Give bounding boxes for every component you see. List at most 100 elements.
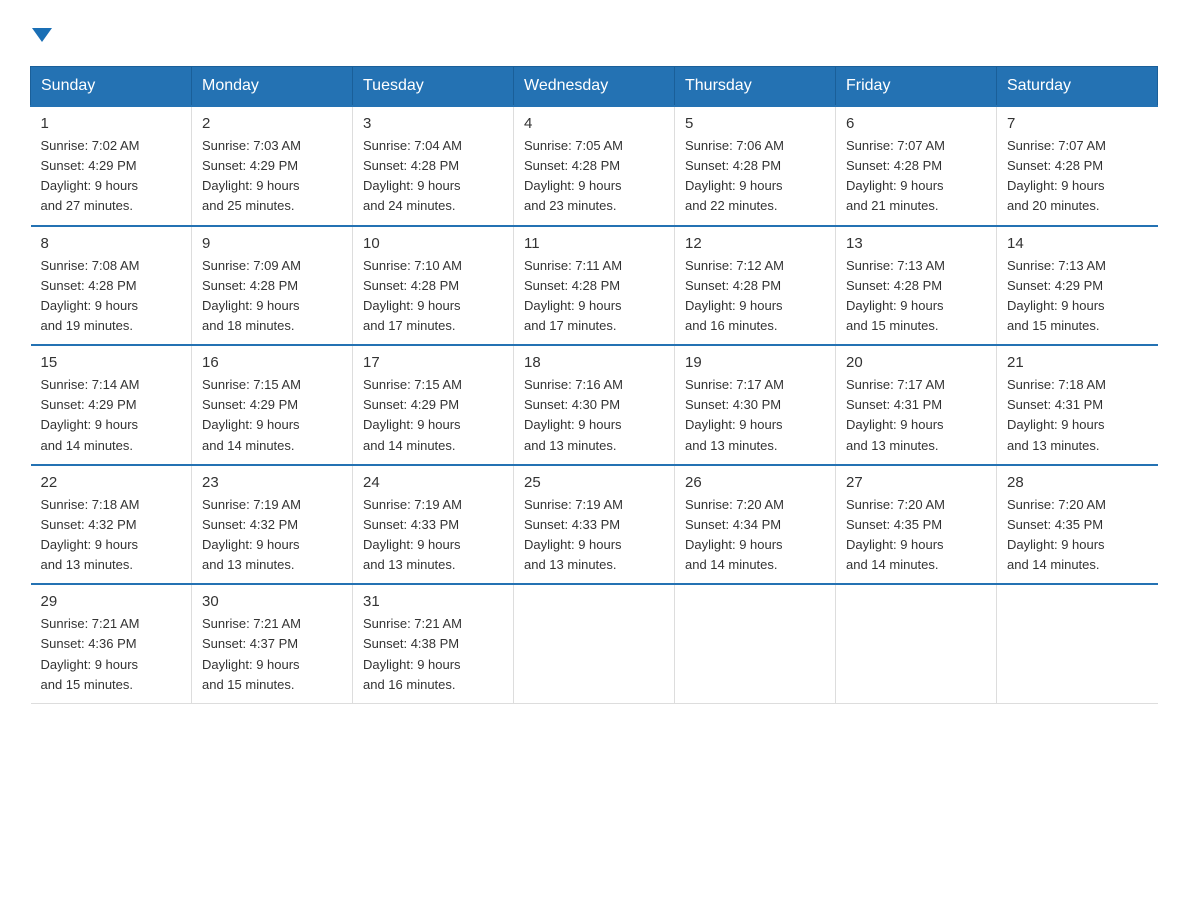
day-number: 2	[202, 115, 342, 132]
calendar-cell: 9 Sunrise: 7:09 AM Sunset: 4:28 PM Dayli…	[192, 226, 353, 346]
day-info: Sunrise: 7:21 AM Sunset: 4:36 PM Dayligh…	[41, 614, 182, 695]
calendar-week-row: 29 Sunrise: 7:21 AM Sunset: 4:36 PM Dayl…	[31, 584, 1158, 703]
calendar-cell: 7 Sunrise: 7:07 AM Sunset: 4:28 PM Dayli…	[997, 106, 1158, 226]
calendar-cell: 31 Sunrise: 7:21 AM Sunset: 4:38 PM Dayl…	[353, 584, 514, 703]
calendar-cell: 25 Sunrise: 7:19 AM Sunset: 4:33 PM Dayl…	[514, 465, 675, 585]
day-info: Sunrise: 7:07 AM Sunset: 4:28 PM Dayligh…	[846, 136, 986, 217]
calendar-cell	[997, 584, 1158, 703]
day-info: Sunrise: 7:20 AM Sunset: 4:35 PM Dayligh…	[846, 495, 986, 576]
day-info: Sunrise: 7:11 AM Sunset: 4:28 PM Dayligh…	[524, 256, 664, 337]
day-info: Sunrise: 7:19 AM Sunset: 4:32 PM Dayligh…	[202, 495, 342, 576]
day-number: 10	[363, 235, 503, 252]
day-info: Sunrise: 7:16 AM Sunset: 4:30 PM Dayligh…	[524, 375, 664, 456]
day-info: Sunrise: 7:04 AM Sunset: 4:28 PM Dayligh…	[363, 136, 503, 217]
day-info: Sunrise: 7:12 AM Sunset: 4:28 PM Dayligh…	[685, 256, 825, 337]
day-info: Sunrise: 7:03 AM Sunset: 4:29 PM Dayligh…	[202, 136, 342, 217]
day-info: Sunrise: 7:02 AM Sunset: 4:29 PM Dayligh…	[41, 136, 182, 217]
day-number: 31	[363, 593, 503, 610]
weekday-header-thursday: Thursday	[675, 67, 836, 107]
day-number: 25	[524, 474, 664, 491]
calendar-cell: 1 Sunrise: 7:02 AM Sunset: 4:29 PM Dayli…	[31, 106, 192, 226]
weekday-header-wednesday: Wednesday	[514, 67, 675, 107]
day-number: 24	[363, 474, 503, 491]
day-number: 3	[363, 115, 503, 132]
day-info: Sunrise: 7:17 AM Sunset: 4:31 PM Dayligh…	[846, 375, 986, 456]
day-number: 30	[202, 593, 342, 610]
day-info: Sunrise: 7:08 AM Sunset: 4:28 PM Dayligh…	[41, 256, 182, 337]
weekday-header-row: SundayMondayTuesdayWednesdayThursdayFrid…	[31, 67, 1158, 107]
day-number: 5	[685, 115, 825, 132]
calendar-cell: 8 Sunrise: 7:08 AM Sunset: 4:28 PM Dayli…	[31, 226, 192, 346]
weekday-header-friday: Friday	[836, 67, 997, 107]
day-info: Sunrise: 7:17 AM Sunset: 4:30 PM Dayligh…	[685, 375, 825, 456]
calendar-week-row: 1 Sunrise: 7:02 AM Sunset: 4:29 PM Dayli…	[31, 106, 1158, 226]
calendar-cell: 10 Sunrise: 7:10 AM Sunset: 4:28 PM Dayl…	[353, 226, 514, 346]
calendar-cell: 21 Sunrise: 7:18 AM Sunset: 4:31 PM Dayl…	[997, 345, 1158, 465]
calendar-cell: 17 Sunrise: 7:15 AM Sunset: 4:29 PM Dayl…	[353, 345, 514, 465]
calendar-header: SundayMondayTuesdayWednesdayThursdayFrid…	[31, 67, 1158, 107]
day-info: Sunrise: 7:05 AM Sunset: 4:28 PM Dayligh…	[524, 136, 664, 217]
calendar-table: SundayMondayTuesdayWednesdayThursdayFrid…	[30, 66, 1158, 704]
day-number: 20	[846, 354, 986, 371]
day-info: Sunrise: 7:13 AM Sunset: 4:28 PM Dayligh…	[846, 256, 986, 337]
day-info: Sunrise: 7:14 AM Sunset: 4:29 PM Dayligh…	[41, 375, 182, 456]
calendar-cell: 12 Sunrise: 7:12 AM Sunset: 4:28 PM Dayl…	[675, 226, 836, 346]
day-info: Sunrise: 7:13 AM Sunset: 4:29 PM Dayligh…	[1007, 256, 1148, 337]
calendar-cell: 28 Sunrise: 7:20 AM Sunset: 4:35 PM Dayl…	[997, 465, 1158, 585]
day-info: Sunrise: 7:18 AM Sunset: 4:32 PM Dayligh…	[41, 495, 182, 576]
calendar-cell: 3 Sunrise: 7:04 AM Sunset: 4:28 PM Dayli…	[353, 106, 514, 226]
day-info: Sunrise: 7:10 AM Sunset: 4:28 PM Dayligh…	[363, 256, 503, 337]
calendar-cell: 4 Sunrise: 7:05 AM Sunset: 4:28 PM Dayli…	[514, 106, 675, 226]
day-info: Sunrise: 7:19 AM Sunset: 4:33 PM Dayligh…	[363, 495, 503, 576]
weekday-header-saturday: Saturday	[997, 67, 1158, 107]
calendar-cell: 27 Sunrise: 7:20 AM Sunset: 4:35 PM Dayl…	[836, 465, 997, 585]
day-info: Sunrise: 7:15 AM Sunset: 4:29 PM Dayligh…	[202, 375, 342, 456]
day-number: 9	[202, 235, 342, 252]
weekday-header-sunday: Sunday	[31, 67, 192, 107]
day-number: 19	[685, 354, 825, 371]
day-number: 28	[1007, 474, 1148, 491]
day-number: 1	[41, 115, 182, 132]
day-number: 14	[1007, 235, 1148, 252]
calendar-week-row: 15 Sunrise: 7:14 AM Sunset: 4:29 PM Dayl…	[31, 345, 1158, 465]
day-number: 11	[524, 235, 664, 252]
day-number: 23	[202, 474, 342, 491]
day-info: Sunrise: 7:20 AM Sunset: 4:34 PM Dayligh…	[685, 495, 825, 576]
calendar-cell	[675, 584, 836, 703]
calendar-cell	[836, 584, 997, 703]
day-info: Sunrise: 7:09 AM Sunset: 4:28 PM Dayligh…	[202, 256, 342, 337]
page-header	[30, 20, 1158, 48]
calendar-cell: 22 Sunrise: 7:18 AM Sunset: 4:32 PM Dayl…	[31, 465, 192, 585]
day-number: 17	[363, 354, 503, 371]
calendar-cell: 16 Sunrise: 7:15 AM Sunset: 4:29 PM Dayl…	[192, 345, 353, 465]
calendar-cell: 20 Sunrise: 7:17 AM Sunset: 4:31 PM Dayl…	[836, 345, 997, 465]
calendar-cell	[514, 584, 675, 703]
day-info: Sunrise: 7:15 AM Sunset: 4:29 PM Dayligh…	[363, 375, 503, 456]
day-info: Sunrise: 7:19 AM Sunset: 4:33 PM Dayligh…	[524, 495, 664, 576]
day-number: 18	[524, 354, 664, 371]
calendar-cell: 13 Sunrise: 7:13 AM Sunset: 4:28 PM Dayl…	[836, 226, 997, 346]
logo-triangle-icon	[32, 28, 52, 42]
day-number: 29	[41, 593, 182, 610]
calendar-cell: 15 Sunrise: 7:14 AM Sunset: 4:29 PM Dayl…	[31, 345, 192, 465]
day-info: Sunrise: 7:07 AM Sunset: 4:28 PM Dayligh…	[1007, 136, 1148, 217]
calendar-cell: 30 Sunrise: 7:21 AM Sunset: 4:37 PM Dayl…	[192, 584, 353, 703]
day-info: Sunrise: 7:06 AM Sunset: 4:28 PM Dayligh…	[685, 136, 825, 217]
calendar-cell: 29 Sunrise: 7:21 AM Sunset: 4:36 PM Dayl…	[31, 584, 192, 703]
day-info: Sunrise: 7:20 AM Sunset: 4:35 PM Dayligh…	[1007, 495, 1148, 576]
day-info: Sunrise: 7:21 AM Sunset: 4:37 PM Dayligh…	[202, 614, 342, 695]
day-number: 21	[1007, 354, 1148, 371]
calendar-cell: 2 Sunrise: 7:03 AM Sunset: 4:29 PM Dayli…	[192, 106, 353, 226]
day-number: 6	[846, 115, 986, 132]
calendar-cell: 19 Sunrise: 7:17 AM Sunset: 4:30 PM Dayl…	[675, 345, 836, 465]
day-number: 7	[1007, 115, 1148, 132]
logo-top	[30, 20, 52, 48]
calendar-cell: 23 Sunrise: 7:19 AM Sunset: 4:32 PM Dayl…	[192, 465, 353, 585]
logo	[30, 20, 52, 48]
day-number: 4	[524, 115, 664, 132]
day-number: 16	[202, 354, 342, 371]
calendar-cell: 26 Sunrise: 7:20 AM Sunset: 4:34 PM Dayl…	[675, 465, 836, 585]
calendar-body: 1 Sunrise: 7:02 AM Sunset: 4:29 PM Dayli…	[31, 106, 1158, 703]
calendar-cell: 18 Sunrise: 7:16 AM Sunset: 4:30 PM Dayl…	[514, 345, 675, 465]
calendar-cell: 24 Sunrise: 7:19 AM Sunset: 4:33 PM Dayl…	[353, 465, 514, 585]
